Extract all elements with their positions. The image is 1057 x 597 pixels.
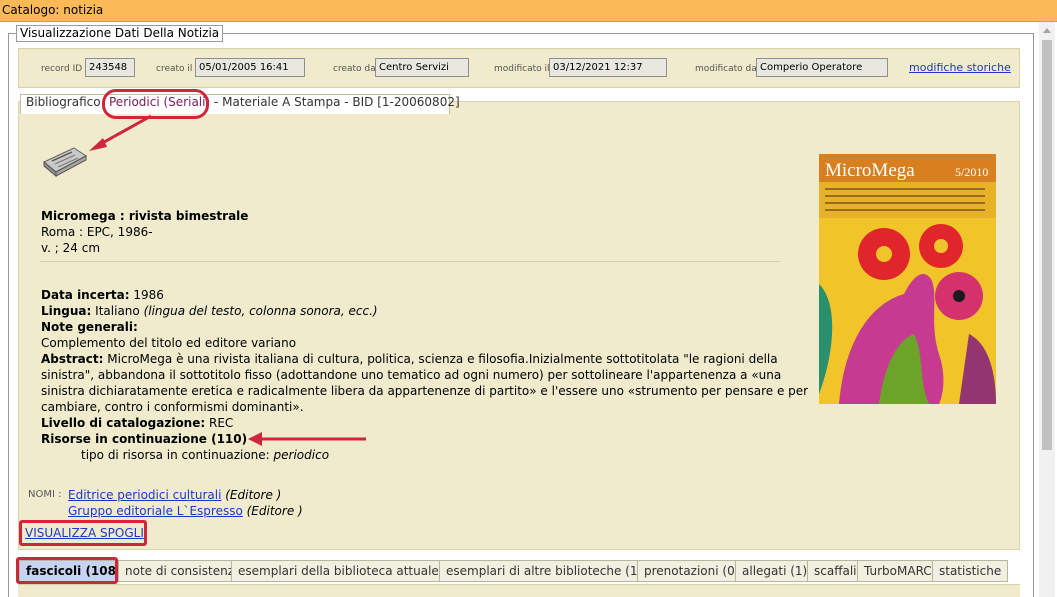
cover-brand-text: MicroMega (825, 160, 915, 181)
names-label: NOMI : (28, 489, 62, 500)
date-value: 1986 (133, 288, 164, 302)
continuing-type-value: periodico (273, 448, 330, 462)
abstract-line-2: sinistra", abbandona il sottotitolo fiss… (41, 368, 782, 382)
modified-by-label: modificato da (695, 64, 757, 74)
created-by-label: creato da (333, 64, 376, 74)
tab-material: - Materiale A Stampa - BID [1-20060802] (214, 95, 460, 109)
cataloguing-label: Livello di catalogazione: (41, 416, 206, 430)
history-link[interactable]: modifiche storiche (909, 61, 1011, 74)
continuing-type-label: tipo di risorsa in continuazione: (81, 448, 270, 462)
scroll-thumb[interactable] (1042, 40, 1052, 450)
tab-attachments[interactable]: allegati (1) (735, 560, 815, 582)
modified-label: modificato il (494, 64, 550, 74)
highlight-issues-box (16, 557, 118, 584)
created-by-field: Centro Servizi (375, 58, 469, 77)
language-row: Lingua: Italiano (lingua del testo, colo… (41, 303, 378, 319)
tab-turbomarc[interactable]: TurboMARC (857, 560, 939, 582)
window-titlebar: Catalogo: notizia (0, 0, 1057, 22)
section-legend: Visualizzazione Dati Della Notizia (16, 25, 224, 42)
record-id-label: record ID (41, 64, 83, 74)
arrow-annotation-middle (248, 432, 366, 446)
name-role-2: (Editore ) (246, 504, 303, 518)
divider (40, 261, 780, 262)
modified-field: 03/12/2021 12:37 (549, 58, 667, 77)
tab-holdings-notes[interactable]: note di consistenza (118, 560, 249, 582)
tab-other-libraries[interactable]: esemplari di altre biblioteche (105) (439, 560, 665, 582)
cover-artwork: MicroMega 5/2010 (819, 160, 996, 404)
notes-value: Complemento del titolo ed editore varian… (41, 336, 297, 350)
tab-local-copies[interactable]: esemplari della biblioteca attuale (0) (231, 560, 467, 582)
tab-reservations[interactable]: prenotazioni (0) (637, 560, 747, 582)
name-link-2[interactable]: Gruppo editoriale L`Espresso (68, 504, 243, 518)
language-note: (lingua del testo, colonna sonora, ecc.) (143, 304, 378, 318)
date-row: Data incerta: 1986 (41, 287, 164, 303)
record-meta-bar: record ID 243548 creato il 05/01/2005 16… (18, 48, 1020, 88)
tab-shelves[interactable]: scaffali (807, 560, 864, 582)
continuing-resources-label[interactable]: Risorse in continuazione (110) (41, 431, 247, 447)
abstract-label: Abstract: (41, 352, 104, 366)
modified-by-field: Comperio Operatore (756, 58, 888, 77)
notes-label: Note generali: (41, 320, 138, 334)
cover-issue-text: 5/2010 (955, 165, 988, 179)
abstract-row: Abstract: MicroMega è una rivista italia… (41, 351, 778, 367)
view-spogli-link[interactable]: VISUALIZZA SPOGLI (25, 525, 144, 541)
record-title: Micromega : rivista bimestrale (41, 209, 249, 223)
abstract-line-1: MicroMega è una rivista italiana di cult… (107, 352, 778, 366)
created-label: creato il (156, 64, 193, 74)
abstract-line-4: cambiare, contro i conformismi dominanti… (41, 400, 304, 414)
record-physical: v. ; 24 cm (41, 241, 101, 255)
names-item-2: Gruppo editoriale L`Espresso (Editore ) (68, 503, 303, 519)
language-label: Lingua: (41, 304, 92, 318)
abstract-line-3: sinistra dichiaratamente eretica e radic… (41, 384, 809, 398)
scroll-up-arrow-icon[interactable] (1043, 28, 1051, 33)
arrow-annotation-top (89, 114, 152, 151)
names-item-1: Editrice periodici culturali (Editore ) (68, 487, 281, 503)
record-id-field: 243548 (85, 58, 135, 77)
cataloguing-value: REC (209, 416, 234, 430)
newspaper-icon (43, 147, 87, 178)
window-title: Catalogo: notizia (2, 3, 104, 17)
cover-image: MicroMega 5/2010 (819, 154, 996, 404)
date-label: Data incerta: (41, 288, 130, 302)
record-publication: Roma : EPC, 1986- (41, 225, 153, 239)
created-field: 05/01/2005 16:41 (195, 58, 305, 77)
tab-bibliographic[interactable]: Bibliografico (22, 94, 105, 114)
tab-statistics[interactable]: statistiche (932, 560, 1009, 582)
name-role-1: (Editore ) (225, 488, 282, 502)
cataloguing-row: Livello di catalogazione: REC (41, 415, 233, 431)
vertical-scrollbar[interactable] (1039, 22, 1055, 597)
continuing-type-row: tipo di risorsa in continuazione: period… (81, 447, 329, 463)
language-value: Italiano (95, 304, 140, 318)
bottom-panel-strip (18, 584, 1020, 597)
name-link-1[interactable]: Editrice periodici culturali (68, 488, 221, 502)
